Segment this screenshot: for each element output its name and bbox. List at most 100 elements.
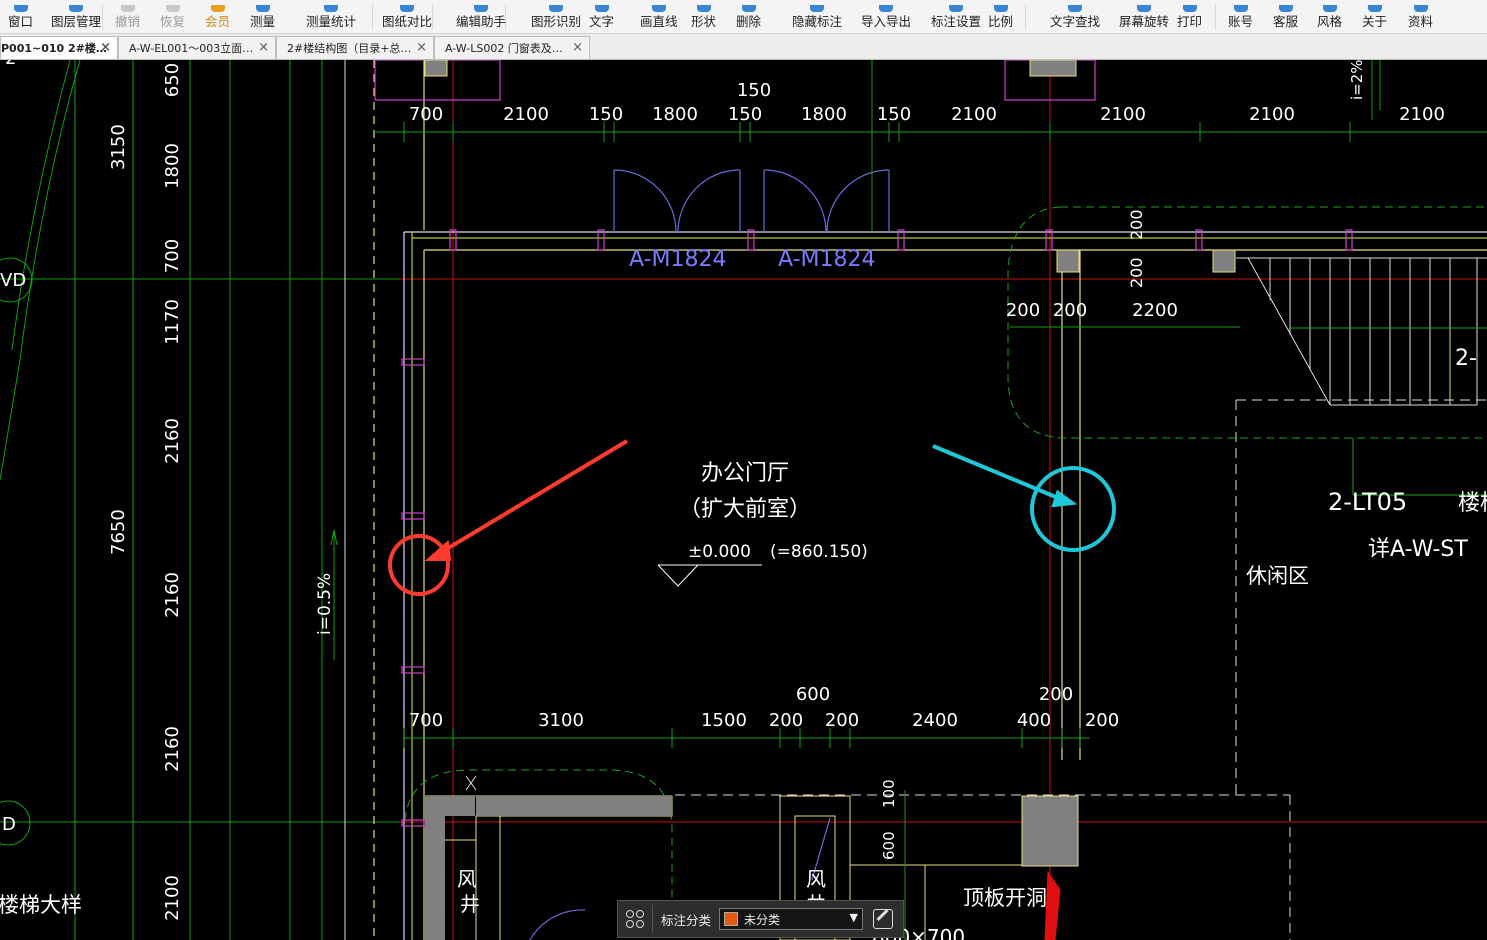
toolbar-button-16[interactable]: 标注设置 (931, 0, 981, 34)
stair-label-right: 楼梯 (1458, 491, 1487, 516)
dim-right-200a: 200 (1006, 300, 1040, 321)
toolbar-button-7[interactable]: 图纸对比 (382, 0, 432, 34)
grid-icon[interactable] (626, 910, 644, 928)
toolbar-button-2: 撤销 (115, 0, 140, 34)
annotation-category-bar: 标注分类 未分类 ▼ (617, 900, 904, 938)
dim-right-200b: 200 (1053, 300, 1087, 321)
dim-bottom-label: 700 (409, 710, 443, 731)
lounge-label: 休闲区 (1246, 564, 1309, 588)
toolbar-icon (810, 5, 824, 12)
toolbar-label: 编辑助手 (456, 14, 507, 29)
toolbar-label: 风格 (1317, 14, 1343, 29)
toolbar-button-17[interactable]: 比例 (988, 0, 1013, 34)
toolbar-separator (102, 4, 103, 30)
toolbar-label: 资料 (1408, 14, 1434, 29)
toolbar-button-18[interactable]: 文字查找 (1050, 0, 1100, 34)
toolbar-button-13[interactable]: 删除 (736, 0, 761, 34)
tab-document-1[interactable]: A-W-EL001～003立面… × (118, 36, 276, 59)
toolbar-label: 形状 (691, 14, 717, 29)
document-tab-bar: P001~010 2#楼… × A-W-EL001～003立面… × 2#楼结构图（目录… (0, 34, 1487, 60)
toolbar-button-22[interactable]: 客服 (1273, 0, 1298, 34)
toolbar-button-6[interactable]: 测量统计 (306, 0, 356, 34)
tab-document-2[interactable]: 2#楼结构图（目录+总… × (276, 36, 434, 59)
axis-label-vd: VD (0, 270, 26, 291)
toolbar-icon (400, 5, 414, 12)
toolbar-label: 窗口 (8, 14, 34, 29)
toolbar-button-23[interactable]: 风格 (1317, 0, 1342, 34)
dim-bottom-600: 600 (796, 684, 830, 705)
category-select[interactable]: 未分类 ▼ (719, 908, 864, 930)
toolbar-separator (1215, 4, 1216, 30)
slope-top-right: i=2% (1348, 60, 1366, 100)
toolbar-label: 恢复 (160, 14, 186, 29)
left-dimension-lines (0, 60, 346, 940)
toolbar-button-24[interactable]: 关于 (1362, 0, 1387, 34)
toolbar-icon (1233, 5, 1248, 12)
close-icon[interactable]: × (416, 40, 427, 55)
toolbar-button-1[interactable]: 图层管理 (51, 0, 101, 34)
elevation-value: ±0.000 (688, 542, 751, 562)
dim-bottom-vert-600: 600 (880, 831, 898, 860)
dim-left-label: 2100 (162, 875, 183, 921)
dim-top-label: 1800 (801, 104, 847, 125)
toolbar-label: 文字 (589, 14, 615, 29)
tab-title: 2#楼结构图（目录+总… (287, 42, 412, 55)
stair-detail-ref: 详A-W-ST (1368, 537, 1468, 562)
toolbar-button-4[interactable]: 会员 (205, 0, 230, 34)
category-selected: 未分类 (744, 912, 781, 927)
toolbar-label: 关于 (1362, 14, 1388, 29)
toolbar-button-10[interactable]: 文字 (589, 0, 614, 34)
toolbar-label: 屏幕旋转 (1119, 14, 1170, 29)
stair-label: 2-LT05 (1328, 488, 1407, 516)
toolbar-button-15[interactable]: 导入导出 (861, 0, 911, 34)
dim-bottom-label: 3100 (538, 710, 584, 731)
left-dimension-labels: 650 1800 700 1170 2160 2160 2160 2100 (162, 63, 183, 921)
toolbar-button-14[interactable]: 隐藏标注 (792, 0, 842, 34)
toolbar-button-12[interactable]: 形状 (691, 0, 716, 34)
chevron-down-icon: ▼ (849, 911, 859, 924)
close-icon[interactable]: × (258, 40, 269, 55)
toolbar-icon (69, 5, 83, 12)
close-icon[interactable]: × (100, 40, 111, 55)
toolbar-label: 会员 (205, 14, 231, 29)
cyan-annotation-marker[interactable] (932, 444, 1116, 552)
toolbar-icon (993, 5, 1008, 12)
dim-bottom-200-upper: 200 (1039, 684, 1073, 705)
toolbar-icon (651, 5, 666, 12)
toolbar-button-25[interactable]: 资料 (1408, 0, 1433, 34)
toolbar-button-11[interactable]: 画直线 (640, 0, 678, 34)
close-icon[interactable]: × (572, 40, 583, 55)
toolbar-button-9[interactable]: 图形识别 (531, 0, 581, 34)
toolbar-button-5[interactable]: 测量 (250, 0, 275, 34)
toolbar-label: 文字查找 (1050, 14, 1101, 29)
toolbar-label: 账号 (1228, 14, 1254, 29)
toolbar-button-0[interactable]: 窗口 (8, 0, 33, 34)
dim-left-label: 700 (162, 239, 183, 273)
toolbar-label: 图形识别 (531, 14, 582, 29)
toolbar-button-19[interactable]: 屏幕旋转 (1119, 0, 1169, 34)
toolbar-button-20[interactable]: 打印 (1177, 0, 1202, 34)
cad-drawing-canvas[interactable]: 150 700 2100 150 1800 150 1800 150 2100 2100 2100… (0, 60, 1487, 940)
shaft-left-2: 井 (460, 892, 480, 916)
slope-arrows (330, 60, 1381, 660)
edit-icon[interactable] (873, 909, 894, 929)
toolbar-icon (1322, 5, 1337, 12)
floor-plan-drawing: 150 700 2100 150 1800 150 1800 150 2100 2100 2100… (0, 60, 1487, 940)
axis-bubbles (0, 257, 33, 846)
toolbar-icon (120, 5, 135, 12)
tab-document-0[interactable]: P001~010 2#楼… × (0, 36, 118, 59)
tab-document-3[interactable]: A-W-LS002 门窗表及… × (434, 36, 590, 59)
toolbar-label: 客服 (1273, 14, 1299, 29)
toolbar-icon (1413, 5, 1428, 12)
dim-left-label: 2160 (162, 726, 183, 772)
dim-left-label: 2160 (162, 418, 183, 464)
dim-bottom-label: 2400 (912, 710, 958, 731)
toolbar-icon (1068, 5, 1082, 12)
dim-3150: 3150 (108, 124, 129, 170)
toolbar-button-8[interactable]: 编辑助手 (456, 0, 506, 34)
category-label: 标注分类 (661, 912, 712, 928)
toolbar-label: 打印 (1177, 14, 1203, 29)
red-annotation-marker[interactable] (388, 439, 629, 596)
toolbar-button-21[interactable]: 账号 (1228, 0, 1253, 34)
tab-title: A-W-LS002 门窗表及… (445, 42, 563, 55)
